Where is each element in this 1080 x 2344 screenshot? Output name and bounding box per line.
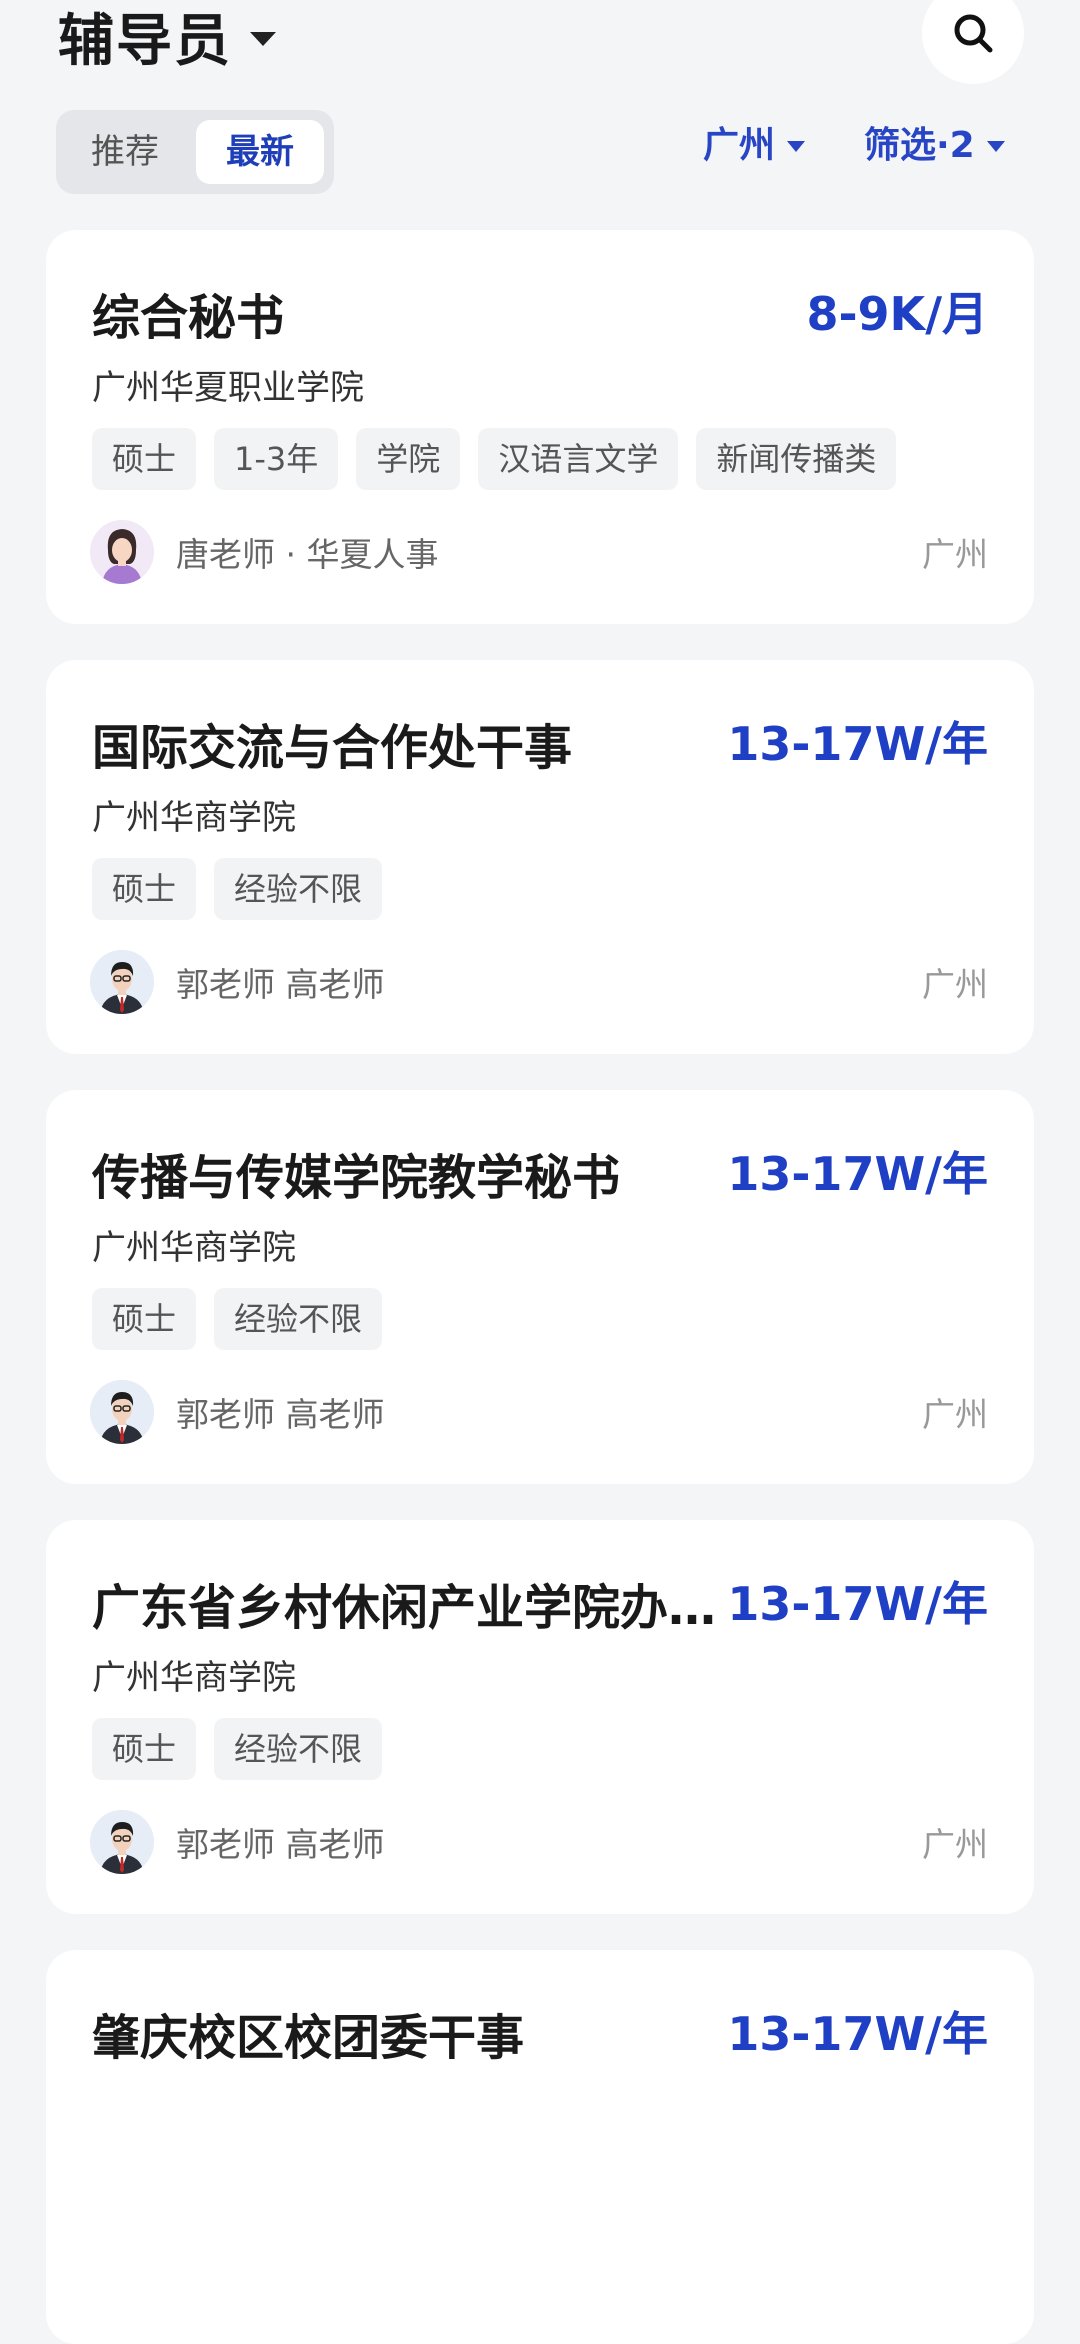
male-avatar [90,1810,154,1874]
recruiter-name: 郭老师 高老师 [176,965,385,1004]
job-location: 广州 [922,535,988,574]
sort-toggle: 推荐 最新 [56,110,334,194]
job-salary: 8-9K/月 [806,287,988,341]
job-title: 综合秘书 [92,290,285,346]
job-card[interactable]: 传播与传媒学院教学秘书 13-17W/年广州华商学院硕士 经验不限郭老师 高老师 广州 [46,1090,1034,1484]
toggle-latest[interactable]: 最新 [196,120,324,184]
toggle-recommend[interactable]: 推荐 [66,120,184,184]
job-location: 广州 [922,1825,988,1864]
job-location: 广州 [922,1395,988,1434]
job-tags: 硕士 1-3年 学院 汉语言文学 新闻传播类 [92,428,914,490]
job-title: 国际交流与合作处干事 [92,720,573,776]
job-salary: 13-17W/年 [727,717,988,771]
job-card[interactable]: 广东省乡村休闲产业学院办… 13-17W/年广州华商学院硕士 经验不限郭老师 高老师… [46,1520,1034,1914]
job-tag: 硕士 [92,1718,197,1780]
job-company: 广州华商学院 [92,798,296,838]
job-company: 广州华夏职业学院 [92,368,364,408]
job-card[interactable]: 国际交流与合作处干事 13-17W/年广州华商学院硕士 经验不限郭老师 高老师 广州 [46,660,1034,1054]
job-tag: 1-3年 [214,428,339,490]
city-filter[interactable]: 广州 [703,118,806,174]
recruiter-name: 郭老师 高老师 [176,1825,385,1864]
job-salary: 13-17W/年 [727,1577,988,1631]
job-tag: 经验不限 [214,1288,383,1350]
job-tags: 硕士 经验不限 [92,858,400,920]
city-filter-label: 广州 [703,125,776,166]
job-company: 广州华商学院 [92,1228,296,1268]
top-header: 辅导员 [0,0,1080,100]
recruiter-name: 唐老师 · 华夏人事 [176,535,439,574]
search-icon [954,14,993,53]
caret-down-icon [986,140,1005,152]
female-avatar [90,520,154,584]
job-tag: 新闻传播类 [696,428,897,490]
job-title: 传播与传媒学院教学秘书 [92,1150,621,1206]
job-title: 肇庆校区校团委干事 [92,2010,525,2066]
job-tag: 硕士 [92,428,197,490]
job-salary: 13-17W/年 [727,2007,988,2061]
job-card[interactable]: 肇庆校区校团委干事 13-17W/年 [46,1950,1034,2344]
male-avatar [90,950,154,1014]
job-tags: 硕士 经验不限 [92,1288,400,1350]
job-company: 广州华商学院 [92,1658,296,1698]
recruiter-name: 郭老师 高老师 [176,1395,385,1434]
male-avatar [90,1380,154,1444]
job-tag: 学院 [356,428,461,490]
job-card[interactable]: 综合秘书 8-9K/月广州华夏职业学院硕士 1-3年 学院 汉语言文学 新闻传播类唐老师 … [46,230,1034,624]
more-filter[interactable]: 筛选·2 [864,118,1005,174]
more-filter-label: 筛选·2 [864,125,975,166]
job-title: 广东省乡村休闲产业学院办… [92,1580,717,1636]
job-tag: 硕士 [92,1288,197,1350]
job-tag: 经验不限 [214,1718,383,1780]
job-location: 广州 [922,965,988,1004]
job-tag: 硕士 [92,858,197,920]
job-tag: 经验不限 [214,858,383,920]
search-button[interactable] [922,0,1024,84]
job-tag: 汉语言文学 [478,428,679,490]
job-tags: 硕士 经验不限 [92,1718,400,1780]
page-title: 辅导员 [58,9,232,74]
caret-down-icon [250,31,276,46]
caret-down-icon [787,140,806,152]
job-salary: 13-17W/年 [727,1147,988,1201]
job-category-selector[interactable]: 辅导员 [58,0,276,77]
